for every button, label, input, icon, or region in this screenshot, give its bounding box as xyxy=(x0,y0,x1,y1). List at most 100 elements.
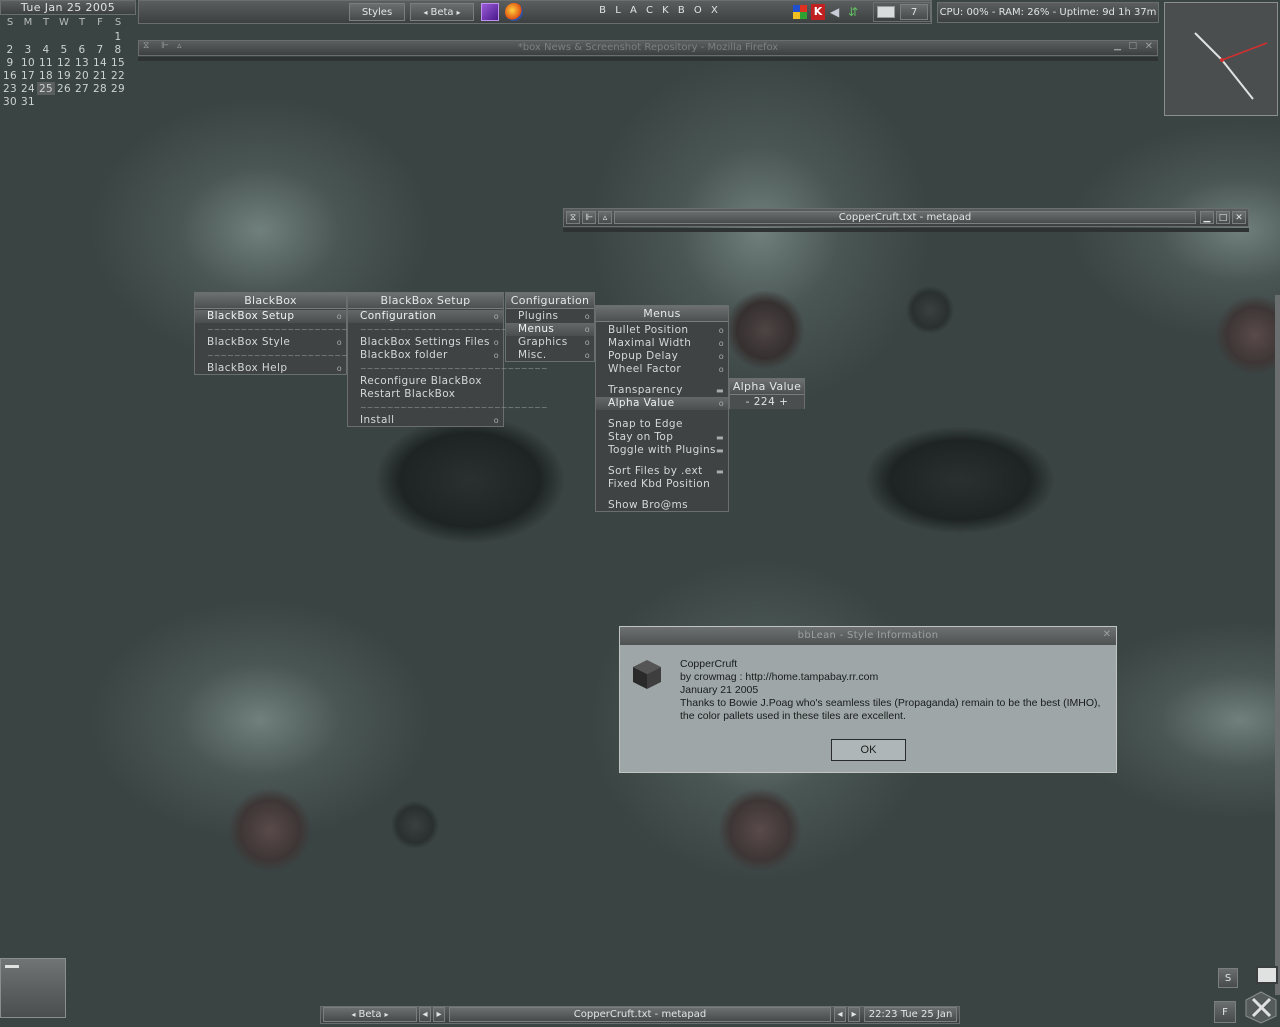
firefox-app-icon[interactable] xyxy=(505,3,523,21)
calendar-day[interactable]: 6 xyxy=(73,43,91,56)
calendar-day[interactable]: 17 xyxy=(19,69,37,82)
minimize-icon[interactable]: ▁ xyxy=(1200,211,1214,224)
menu-item[interactable]: Configuration o xyxy=(348,310,503,323)
menu-item[interactable]: BlackBox Help o xyxy=(195,362,346,375)
menu-item[interactable]: Reconfigure BlackBox xyxy=(348,375,503,388)
network-icon[interactable]: ⇵ xyxy=(848,4,862,20)
calendar-day[interactable]: 3 xyxy=(19,43,37,56)
calendar-day[interactable]: 25 xyxy=(37,82,55,95)
menu-item[interactable]: Popup Delay o xyxy=(596,350,728,363)
menu-item[interactable]: Toggle with Plugins ▬ xyxy=(596,444,728,457)
calendar-day[interactable]: 13 xyxy=(73,56,91,69)
taskbar-workspace-button[interactable]: ◂ Beta ▸ xyxy=(323,1007,417,1022)
menu-item[interactable]: Graphics o xyxy=(506,336,594,349)
menu-item[interactable]: Stay on Top ▬ xyxy=(596,431,728,444)
prev-task-button[interactable]: ◂ xyxy=(834,1007,846,1022)
calendar-day[interactable]: 12 xyxy=(55,56,73,69)
menu-item[interactable]: Transparency ▬ xyxy=(596,384,728,397)
calendar-day[interactable]: 31 xyxy=(19,95,37,108)
calendar-day[interactable]: 20 xyxy=(73,69,91,82)
calendar-day[interactable]: 7 xyxy=(91,43,109,56)
dialog-titlebar[interactable]: bbLean - Style Information ✕ xyxy=(620,627,1116,645)
firefox-titlebar[interactable]: ⧖ ⊩ ▵ *box News & Screenshot Repository … xyxy=(138,40,1158,56)
calendar-day[interactable]: 1 xyxy=(109,30,127,43)
menu-item[interactable]: Plugins o xyxy=(506,310,594,323)
calendar-day[interactable]: 8 xyxy=(109,43,127,56)
menus-menu-title[interactable]: Menus xyxy=(596,306,728,322)
blackbox-setup-menu-title[interactable]: BlackBox Setup xyxy=(348,293,503,309)
prev-workspace-button[interactable]: ◂ xyxy=(419,1007,431,1022)
alpha-value-title[interactable]: Alpha Value xyxy=(730,379,804,395)
menu-item-label: BlackBox Help xyxy=(207,362,288,374)
calendar-day[interactable]: 29 xyxy=(109,82,127,95)
volume-icon[interactable]: ◀ xyxy=(830,5,844,19)
close-icon[interactable]: ✕ xyxy=(1232,211,1246,224)
menu-item[interactable]: BlackBox Style o xyxy=(195,336,346,349)
calendar-day[interactable]: 9 xyxy=(1,56,19,69)
metapad-titlebar[interactable]: ⧖ ⊩ ▵ CopperCruft.txt - metapad ▁ □ ✕ xyxy=(563,208,1249,227)
workspace-button[interactable]: ◂ Beta ▸ xyxy=(410,3,474,21)
alpha-value-slider[interactable]: - 224 + xyxy=(730,395,804,409)
task-button-metapad[interactable]: CopperCruft.txt - metapad xyxy=(449,1007,831,1022)
calendar-day[interactable]: 22 xyxy=(109,69,127,82)
calendar-day[interactable]: 16 xyxy=(1,69,19,82)
s-tray-button[interactable]: S xyxy=(1218,968,1238,988)
shade-icon[interactable]: ▵ xyxy=(598,211,612,224)
calendar-day[interactable]: 11 xyxy=(37,56,55,69)
menu-item[interactable]: Install o xyxy=(348,414,503,427)
calendar-day[interactable]: 18 xyxy=(37,69,55,82)
mail-icon[interactable] xyxy=(877,6,895,18)
menu-item[interactable]: Fixed Kbd Position xyxy=(596,478,728,491)
submenu-bullet-icon: o xyxy=(493,416,499,425)
menu-item[interactable]: Snap to Edge xyxy=(596,418,728,431)
notepad-app-icon[interactable] xyxy=(481,3,499,21)
menu-item[interactable]: Menus o xyxy=(506,323,594,336)
menu-item[interactable]: Maximal Width o xyxy=(596,337,728,350)
menu-item[interactable]: Misc. o xyxy=(506,349,594,362)
calendar-day[interactable]: 23 xyxy=(1,82,19,95)
calendar-day[interactable]: 2 xyxy=(1,43,19,56)
workspace-pager[interactable] xyxy=(0,958,66,1018)
next-task-button[interactable]: ▸ xyxy=(848,1007,860,1022)
calendar-day[interactable]: 26 xyxy=(55,82,73,95)
maximize-icon[interactable]: □ xyxy=(1216,211,1230,224)
calendar-day[interactable]: 14 xyxy=(91,56,109,69)
calendar-day[interactable]: 5 xyxy=(55,43,73,56)
calendar-day[interactable]: 19 xyxy=(55,69,73,82)
scrollbar-edge[interactable] xyxy=(1275,295,1280,995)
menu-item[interactable]: Alpha Value o xyxy=(596,397,728,410)
calendar-day[interactable]: 10 xyxy=(19,56,37,69)
taskbar-clock[interactable]: 22:23 Tue 25 Jan xyxy=(864,1007,957,1022)
menu-item[interactable]: Bullet Position o xyxy=(596,324,728,337)
f-tray-button[interactable]: F xyxy=(1214,1001,1236,1023)
calendar-day[interactable]: 24 xyxy=(19,82,37,95)
menu-item[interactable]: Wheel Factor o xyxy=(596,363,728,376)
configuration-menu-title[interactable]: Configuration xyxy=(506,293,594,309)
close-icon[interactable]: ✕ xyxy=(1103,629,1111,640)
calendar-day[interactable]: 4 xyxy=(37,43,55,56)
pin-icon[interactable]: ⊩ xyxy=(582,211,596,224)
calendar-day[interactable]: 28 xyxy=(91,82,109,95)
next-workspace-button[interactable]: ▸ xyxy=(433,1007,445,1022)
minimize-icon[interactable]: ▁ xyxy=(1114,41,1121,51)
styles-button[interactable]: Styles xyxy=(349,3,405,21)
calendar-day[interactable]: 15 xyxy=(109,56,127,69)
menu-item[interactable]: Show Bro@ms xyxy=(596,499,728,512)
menu-item[interactable]: BlackBox Settings Files o xyxy=(348,336,503,349)
close-icon[interactable]: ✕ xyxy=(1145,41,1153,52)
window-menu-icon[interactable]: ⧖ xyxy=(566,211,580,224)
ok-button[interactable]: OK xyxy=(831,739,906,761)
calendar-day[interactable]: 27 xyxy=(73,82,91,95)
maximize-icon[interactable]: □ xyxy=(1128,41,1137,51)
calendar-day[interactable]: 21 xyxy=(91,69,109,82)
blackbox-menu-title[interactable]: BlackBox xyxy=(195,293,346,309)
tools-icon[interactable] xyxy=(1244,990,1278,1024)
calendar-day[interactable]: 30 xyxy=(1,95,19,108)
menu-item[interactable]: Restart BlackBox xyxy=(348,388,503,401)
window-tray-icon[interactable] xyxy=(1256,966,1278,984)
menu-item[interactable]: Sort Files by .ext ▬ xyxy=(596,465,728,478)
windows-flag-icon[interactable] xyxy=(793,5,807,19)
antivirus-icon[interactable]: K xyxy=(811,4,825,20)
menu-item[interactable]: BlackBox folder o xyxy=(348,349,503,362)
menu-item[interactable]: BlackBox Setup o xyxy=(195,310,346,323)
